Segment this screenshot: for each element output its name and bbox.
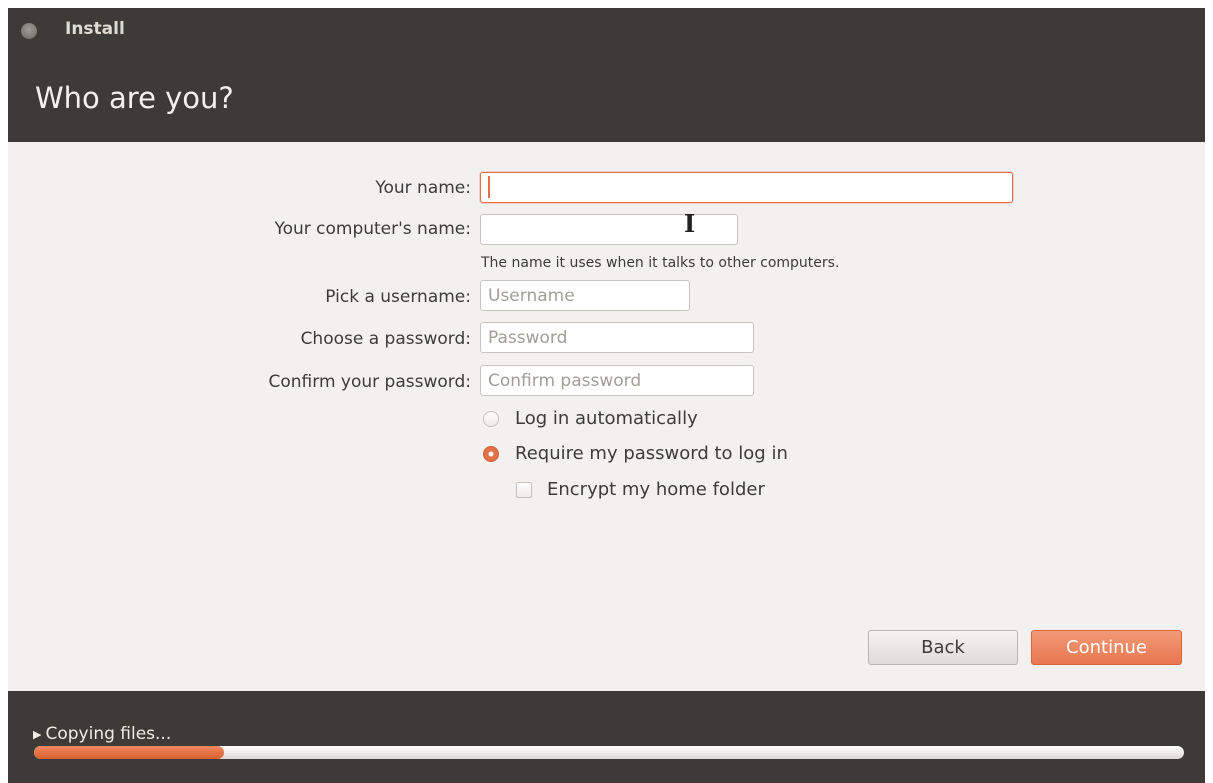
back-button[interactable]: Back	[868, 630, 1018, 665]
require-password-radio[interactable]	[483, 446, 499, 462]
expand-triangle-icon: ▶	[33, 728, 42, 741]
your-name-label: Your name:	[375, 178, 471, 198]
login-automatically-radio[interactable]	[483, 411, 499, 427]
require-password-label[interactable]: Require my password to log in	[515, 443, 788, 464]
encrypt-home-checkbox[interactable]	[516, 482, 532, 498]
login-automatically-label[interactable]: Log in automatically	[515, 408, 698, 429]
password-label: Choose a password:	[300, 329, 471, 349]
text-caret	[488, 176, 490, 198]
computer-name-hint: The name it uses when it talks to other …	[481, 255, 840, 271]
ibeam-cursor-icon: I	[684, 209, 696, 238]
your-name-input[interactable]	[480, 172, 1013, 203]
status-expander[interactable]: ▶ Copying files...	[33, 724, 171, 744]
password-input[interactable]	[480, 322, 754, 353]
status-label: Copying files...	[45, 724, 172, 744]
close-window-icon[interactable]	[21, 23, 37, 39]
computer-name-label: Your computer's name:	[274, 219, 471, 239]
progress-bar	[34, 746, 1184, 759]
username-input[interactable]	[480, 280, 690, 311]
confirm-password-label: Confirm your password:	[268, 372, 471, 392]
username-label: Pick a username:	[325, 287, 471, 307]
installer-window: Install Who are you? Your name: Your com…	[0, 0, 1213, 783]
computer-name-input[interactable]	[480, 214, 738, 245]
progress-fill	[34, 746, 224, 759]
continue-button[interactable]: Continue	[1031, 630, 1182, 665]
page-title: Who are you?	[35, 81, 234, 115]
window-title: Install	[65, 19, 125, 39]
status-bar	[8, 691, 1205, 783]
confirm-password-input[interactable]	[480, 365, 754, 396]
header-bar	[8, 8, 1205, 142]
encrypt-home-label[interactable]: Encrypt my home folder	[547, 479, 765, 500]
